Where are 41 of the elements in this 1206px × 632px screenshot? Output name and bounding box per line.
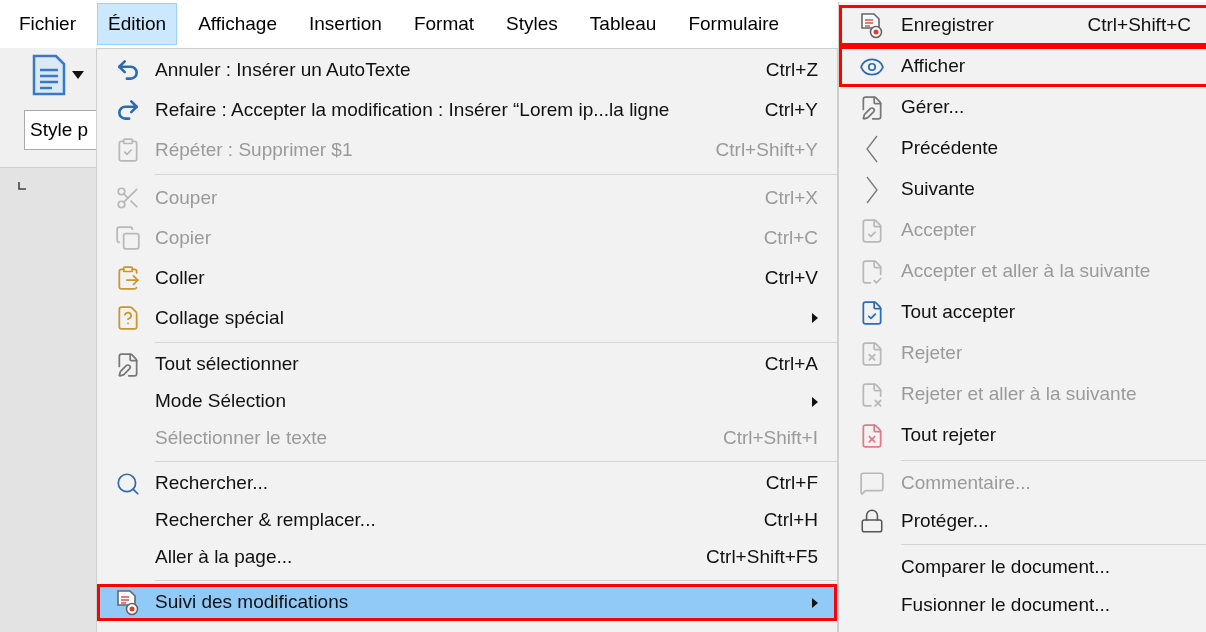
menu-item[interactable]: Fusionner le document...	[839, 586, 1206, 624]
menu-bar-item[interactable]: Insertion	[298, 3, 393, 45]
document-record-icon	[859, 12, 884, 39]
menu-item[interactable]: Tout sélectionner Ctrl+A	[97, 346, 837, 383]
menu-bar-item[interactable]: Affichage	[187, 3, 288, 45]
lock-icon	[858, 508, 885, 534]
menu-bar-item[interactable]: Fichier	[8, 3, 87, 45]
menu-item[interactable]: Suivante	[839, 169, 1206, 210]
menu-item[interactable]: Précédente	[839, 128, 1206, 169]
submenu-arrow-icon	[812, 313, 818, 323]
menu-item[interactable]: Coller Ctrl+V	[97, 258, 837, 298]
dropdown-arrow-icon[interactable]	[72, 71, 84, 79]
menu-bar-item[interactable]: Formulaire	[677, 3, 791, 45]
menu-item[interactable]: Gérer...	[839, 87, 1206, 128]
document-record-icon	[115, 589, 140, 616]
menu-item[interactable]: Rechercher... Ctrl+F	[97, 465, 837, 502]
chevron-right-icon	[865, 175, 878, 204]
comment-icon	[858, 470, 885, 496]
document-icon[interactable]	[32, 54, 66, 96]
menu-item[interactable]: Mode Sélection	[97, 383, 837, 420]
menu-item[interactable]: Afficher	[839, 46, 1206, 87]
menu-item[interactable]: Annuler : Insérer un AutoTexte Ctrl+Z	[97, 50, 837, 90]
submenu-arrow-icon	[812, 597, 818, 608]
menu-item[interactable]: Tout rejeter	[839, 415, 1206, 456]
menu-bar-item[interactable]: Édition	[97, 3, 178, 45]
menu-item[interactable]: Protéger...	[839, 502, 1206, 540]
copy-icon	[114, 225, 141, 251]
menu-bar-item[interactable]: Tableau	[578, 3, 668, 45]
menu-item[interactable]: Rechercher & remplacer... Ctrl+H	[97, 502, 837, 539]
tab-stop-icon	[18, 182, 26, 190]
menu-item[interactable]: Suivi des modifications	[97, 584, 837, 621]
menu-bar-item[interactable]: Styles	[495, 3, 569, 45]
menu-item[interactable]: Tout accepter	[839, 292, 1206, 333]
submenu-arrow-icon	[812, 396, 818, 407]
chevron-left-icon	[865, 134, 878, 163]
search-icon	[114, 470, 141, 497]
menu-bar-item[interactable]: Format	[402, 3, 486, 45]
menu-item[interactable]: Collage spécial	[97, 298, 837, 338]
menu-item[interactable]: Comparer le document...	[839, 548, 1206, 586]
menu-item[interactable]: Aller à la page... Ctrl+Shift+F5	[97, 539, 837, 576]
menu-item[interactable]: Enregistrer Ctrl+Shift+C	[839, 5, 1206, 46]
